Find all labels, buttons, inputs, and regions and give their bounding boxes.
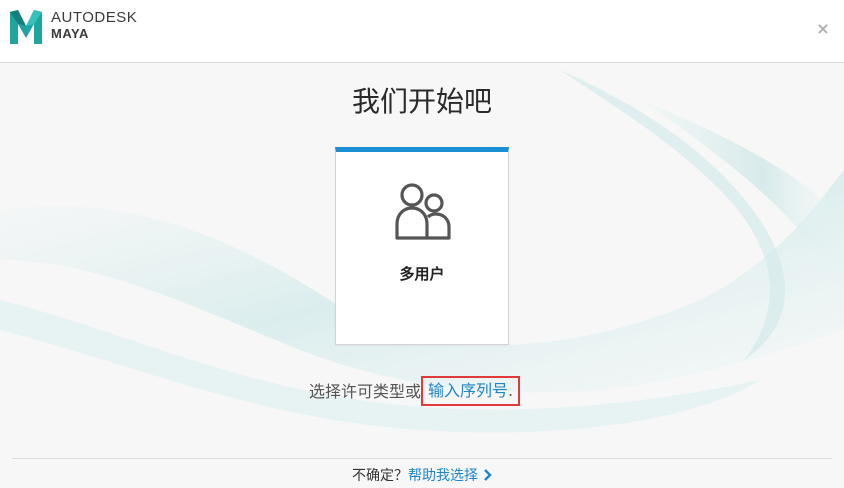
card-label: 多用户 xyxy=(399,265,445,283)
footer: 不确定？帮助我选择 xyxy=(0,465,844,485)
multi-user-icon xyxy=(395,183,451,240)
header-bar: AUTODESK MAYA × xyxy=(0,0,844,63)
enter-serial-link[interactable]: 输入序列号 xyxy=(428,381,508,400)
license-type-line: 选择许可类型或 输入序列号. xyxy=(309,376,521,406)
page-title: 我们开始吧 xyxy=(351,85,492,118)
brand-maya: MAYA xyxy=(51,26,89,41)
help-me-choose-link[interactable]: 帮助我选择 xyxy=(408,468,478,484)
brand-autodesk: AUTODESK xyxy=(51,9,138,26)
serial-suffix: . xyxy=(508,381,514,400)
maya-m-logo-icon xyxy=(10,10,42,44)
multi-user-card[interactable]: 多用户 xyxy=(335,147,509,345)
license-prompt-text: 选择许可类型或 xyxy=(309,382,422,401)
chevron-right-icon[interactable] xyxy=(484,469,492,481)
serial-link-highlight: 输入序列号. xyxy=(421,376,521,406)
footer-question: 不确定？ xyxy=(352,468,408,484)
close-button[interactable]: × xyxy=(816,21,830,37)
footer-divider xyxy=(12,458,832,459)
